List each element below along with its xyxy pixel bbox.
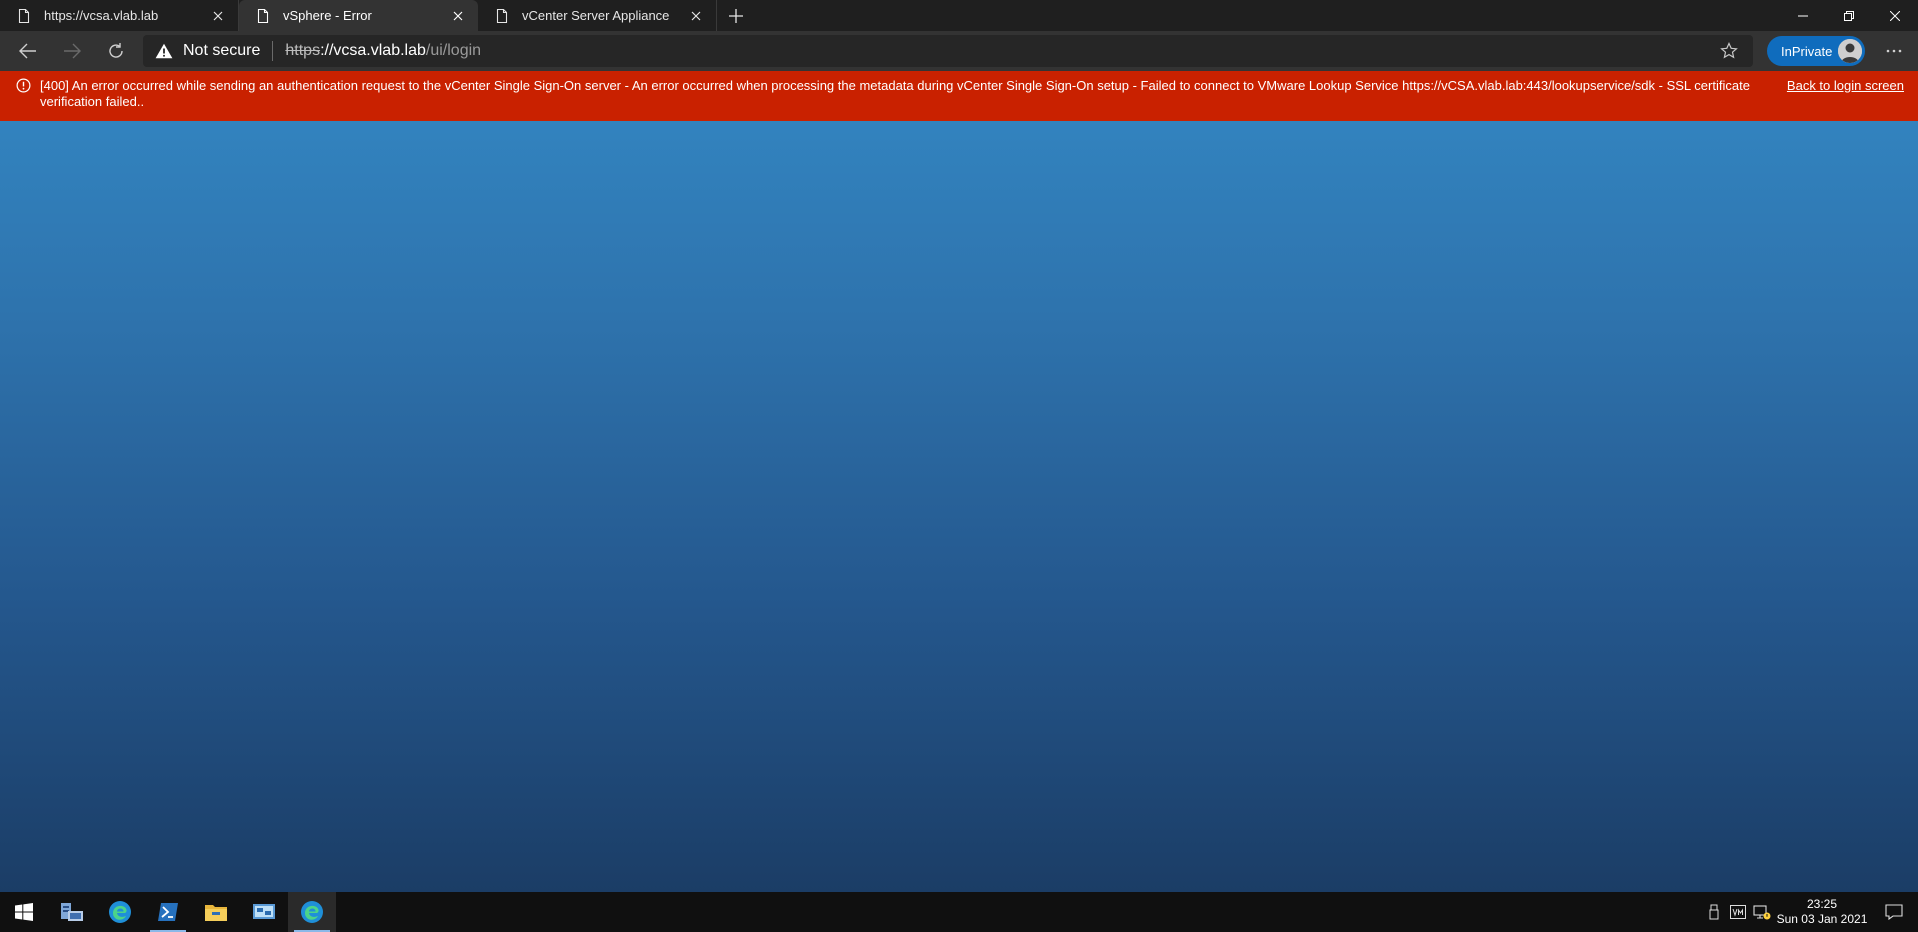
windows-taskbar: 23:25 Sun 03 Jan 2021 — [0, 892, 1918, 932]
usb-device-icon — [1709, 904, 1719, 920]
close-window-button[interactable] — [1872, 0, 1918, 31]
taskbar-edge-active[interactable] — [288, 892, 336, 932]
arrow-right-icon — [64, 43, 81, 59]
page-icon — [257, 8, 269, 23]
window-controls — [1780, 0, 1918, 31]
star-icon[interactable] — [1719, 41, 1739, 61]
clock[interactable]: 23:25 Sun 03 Jan 2021 — [1774, 897, 1870, 927]
page-icon — [496, 8, 508, 23]
tab-vcsa[interactable]: https://vcsa.vlab.lab — [0, 0, 239, 31]
close-icon[interactable] — [208, 6, 228, 26]
file-explorer-icon — [205, 905, 227, 921]
url-scheme: https — [285, 42, 321, 59]
page-icon — [18, 8, 30, 23]
tray-network[interactable] — [1750, 892, 1774, 932]
not-secure-label: Not secure — [183, 42, 261, 59]
server-manager-icon — [61, 903, 83, 921]
vmware-tools-icon — [1730, 905, 1746, 919]
tab-title: https://vcsa.vlab.lab — [44, 8, 159, 23]
minimize-icon — [1798, 15, 1808, 16]
close-icon[interactable] — [686, 6, 706, 26]
tray-vmware-tools[interactable] — [1726, 892, 1750, 932]
navigation-bar: Not secure https://vcsa.vlab.lab/ui/logi… — [0, 31, 1918, 71]
arrow-left-icon — [19, 43, 36, 59]
security-indicator[interactable]: Not secure — [155, 42, 260, 60]
divider — [272, 41, 274, 61]
start-icon — [15, 903, 33, 921]
error-message: [400] An error occurred while sending an… — [40, 78, 1750, 109]
url-host: ://vcsa.vlab.lab — [320, 42, 426, 59]
clock-date: Sun 03 Jan 2021 — [1776, 912, 1868, 926]
action-center-button[interactable] — [1870, 892, 1918, 932]
tab-vcenter-appliance[interactable]: vCenter Server Appliance — [478, 0, 717, 31]
error-banner: [400] An error occurred while sending an… — [0, 71, 1918, 121]
taskbar-server-manager[interactable] — [48, 892, 96, 932]
system-tray: 23:25 Sun 03 Jan 2021 — [1702, 892, 1918, 932]
inprivate-badge[interactable]: InPrivate — [1767, 36, 1865, 66]
page-content: [400] An error occurred while sending an… — [0, 71, 1918, 892]
plus-icon — [729, 8, 743, 23]
url-text[interactable]: https://vcsa.vlab.lab/ui/login — [285, 42, 481, 60]
close-icon[interactable] — [448, 6, 468, 26]
taskbar-edge[interactable] — [96, 892, 144, 932]
tab-title: vSphere - Error — [283, 8, 372, 23]
inprivate-label: InPrivate — [1781, 43, 1833, 59]
back-to-login-link[interactable]: Back to login screen — [1787, 78, 1904, 94]
minimize-button[interactable] — [1780, 0, 1826, 31]
user-icon — [1838, 39, 1862, 63]
forward-button[interactable] — [50, 31, 94, 71]
ellipsis-icon — [1886, 49, 1902, 53]
start-button[interactable] — [0, 892, 48, 932]
powershell-icon — [158, 903, 178, 921]
edge-icon — [109, 901, 131, 923]
refresh-icon — [109, 43, 123, 58]
tray-usb[interactable] — [1702, 892, 1726, 932]
avatar — [1838, 39, 1862, 63]
refresh-button[interactable] — [94, 31, 138, 71]
edge-icon — [301, 901, 323, 923]
taskbar-powershell[interactable] — [144, 892, 192, 932]
notification-icon — [1885, 904, 1903, 920]
restore-button[interactable] — [1826, 0, 1872, 31]
taskbar-remote-desktop[interactable] — [240, 892, 288, 932]
tab-vsphere-error[interactable]: vSphere - Error — [239, 0, 478, 31]
network-icon — [1753, 905, 1771, 920]
tab-strip: https://vcsa.vlab.lab vSphere - Error vC… — [0, 0, 1918, 31]
tab-title: vCenter Server Appliance — [522, 8, 670, 23]
restore-icon — [1844, 10, 1854, 21]
settings-more-button[interactable] — [1872, 31, 1916, 71]
warning-icon — [155, 43, 173, 59]
taskbar-file-explorer[interactable] — [192, 892, 240, 932]
url-path: /ui/login — [425, 42, 482, 59]
remote-desktop-icon — [253, 904, 275, 919]
close-icon — [1890, 10, 1900, 21]
clock-time: 23:25 — [1806, 897, 1838, 911]
new-tab-button[interactable] — [721, 0, 751, 31]
back-button[interactable] — [6, 31, 50, 71]
error-circle-icon — [16, 78, 31, 93]
address-bar[interactable]: Not secure https://vcsa.vlab.lab/ui/logi… — [143, 35, 1753, 67]
